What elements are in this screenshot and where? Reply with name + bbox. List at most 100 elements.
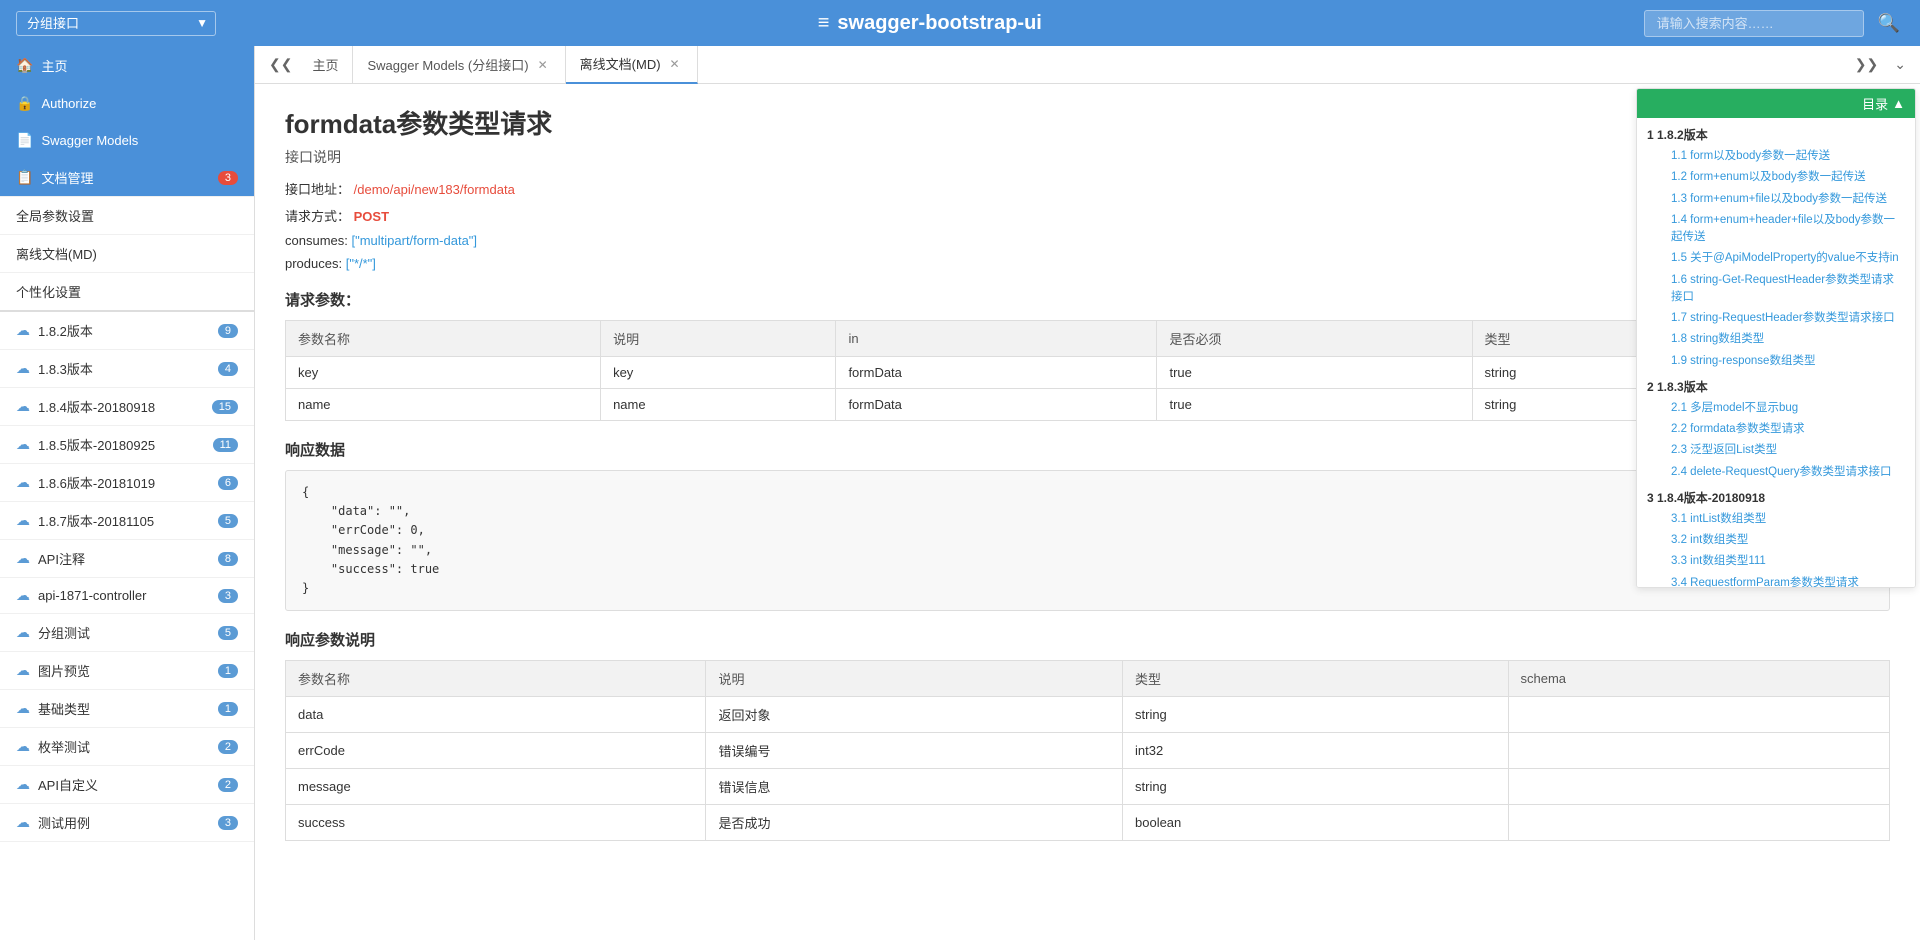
response-col-header: 类型 bbox=[1123, 661, 1509, 697]
response-col-header: schema bbox=[1508, 661, 1890, 697]
sidebar-group-item[interactable]: ☁图片预览1 bbox=[0, 652, 254, 690]
sidebar-item-personal-settings[interactable]: 个性化设置 bbox=[0, 273, 254, 312]
request-col-header: 说明 bbox=[601, 321, 836, 357]
toc-item[interactable]: 2.3 泛型返回List类型 bbox=[1647, 440, 1905, 461]
search-button[interactable]: 🔍 bbox=[1874, 9, 1904, 38]
sidebar-group-item[interactable]: ☁测试用例3 bbox=[0, 804, 254, 842]
tab-offline-doc-close[interactable]: ✕ bbox=[667, 57, 683, 71]
table-cell: name bbox=[601, 389, 836, 421]
tab-next-button[interactable]: ❯❯ bbox=[1849, 52, 1884, 77]
table-cell: string bbox=[1123, 697, 1509, 733]
sidebar-doc-label: 文档管理 bbox=[41, 168, 93, 187]
tabs-bar: ❮❮ 主页 Swagger Models (分组接口) ✕ 离线文档(MD) ✕… bbox=[255, 46, 1920, 84]
group-badge: 11 bbox=[213, 438, 238, 452]
table-cell: 返回对象 bbox=[706, 697, 1123, 733]
toc-item[interactable]: 2.4 delete-RequestQuery参数类型请求接口 bbox=[1647, 462, 1905, 483]
search-input[interactable] bbox=[1644, 10, 1864, 37]
tab-swagger-models[interactable]: Swagger Models (分组接口) ✕ bbox=[353, 46, 565, 84]
tabs-right-buttons: ❯❯ ⌄ bbox=[1849, 52, 1912, 77]
sidebar-item-home[interactable]: 🏠 主页 bbox=[0, 46, 254, 85]
sidebar-item-global-params[interactable]: 全局参数设置 bbox=[0, 197, 254, 235]
group-name: 测试用例 bbox=[38, 813, 90, 832]
table-cell: boolean bbox=[1123, 805, 1509, 841]
table-cell: true bbox=[1157, 389, 1472, 421]
sidebar-nav-top: 🏠 主页 🔒 Authorize 📄 Swagger Models 📋 文档管理… bbox=[0, 46, 254, 312]
menu-icon: ≡ bbox=[818, 12, 830, 35]
cloud-icon: ☁ bbox=[16, 624, 30, 641]
tab-collapse-button[interactable]: ⌄ bbox=[1888, 52, 1912, 77]
sidebar-group-item[interactable]: ☁ 1.8.5版本-20180925 11 bbox=[0, 426, 254, 464]
tab-prev-button[interactable]: ❮❮ bbox=[263, 52, 298, 77]
group-name: 1.8.6版本-20181019 bbox=[38, 473, 155, 492]
sidebar-group-item[interactable]: ☁1.8.7版本-201811055 bbox=[0, 502, 254, 540]
toc-item[interactable]: 1.6 string-Get-RequestHeader参数类型请求接口 bbox=[1647, 270, 1905, 309]
table-cell bbox=[1508, 805, 1890, 841]
sidebar-item-authorize[interactable]: 🔒 Authorize bbox=[0, 85, 254, 122]
toc-item[interactable]: 1.5 关于@ApiModelProperty的value不支持in bbox=[1647, 248, 1905, 269]
tab-offline-doc[interactable]: 离线文档(MD) ✕ bbox=[566, 46, 698, 84]
sidebar-item-swagger-models[interactable]: 📄 Swagger Models bbox=[0, 122, 254, 159]
toc-item[interactable]: 3.2 int数组类型 bbox=[1647, 530, 1905, 551]
toc-item[interactable]: 1.2 form+enum以及body参数一起传送 bbox=[1647, 167, 1905, 188]
sidebar-authorize-label: Authorize bbox=[41, 96, 96, 111]
doc-icon: 📋 bbox=[16, 169, 33, 186]
group-name: 1.8.3版本 bbox=[38, 359, 93, 378]
sidebar-group-item[interactable]: ☁api-1871-controller3 bbox=[0, 578, 254, 614]
api-url-label: 接口地址： bbox=[285, 182, 350, 197]
toc-item[interactable]: 2.1 多层model不显示bug bbox=[1647, 398, 1905, 419]
toc-section: 1 1.8.2版本1.1 form以及body参数一起传送1.2 form+en… bbox=[1647, 126, 1905, 372]
toc-item[interactable]: 3.1 intList数组类型 bbox=[1647, 509, 1905, 530]
table-cell: message bbox=[286, 769, 706, 805]
group-badge: 8 bbox=[218, 552, 238, 566]
group-badge: 1 bbox=[218, 664, 238, 678]
sidebar-group-item[interactable]: ☁1.8.4版本-2018091815 bbox=[0, 388, 254, 426]
group-select-wrapper[interactable]: 分组接口 ▼ bbox=[16, 11, 216, 36]
toc-item[interactable]: 1.1 form以及body参数一起传送 bbox=[1647, 146, 1905, 167]
sidebar-group-item[interactable]: ☁1.8.3版本4 bbox=[0, 350, 254, 388]
group-name: 1.8.5版本-20180925 bbox=[38, 435, 155, 454]
cloud-icon: ☁ bbox=[16, 587, 30, 604]
group-badge: 5 bbox=[218, 626, 238, 640]
toc-item[interactable]: 1.7 string-RequestHeader参数类型请求接口 bbox=[1647, 308, 1905, 329]
toc-item[interactable]: 1.9 string-response数组类型 bbox=[1647, 351, 1905, 372]
sidebar-group-item[interactable]: ☁API注释8 bbox=[0, 540, 254, 578]
tab-home[interactable]: 主页 bbox=[298, 46, 353, 84]
group-badge: 5 bbox=[218, 514, 238, 528]
request-col-header: in bbox=[836, 321, 1157, 357]
toc-item[interactable]: 1.3 form+enum+file以及body参数一起传送 bbox=[1647, 189, 1905, 210]
method-label: 请求方式： bbox=[285, 209, 350, 224]
sidebar-group-item[interactable]: ☁ 基础类型 1 bbox=[0, 690, 254, 728]
home-icon: 🏠 bbox=[16, 57, 33, 74]
api-url-value: /demo/api/new183/formdata bbox=[354, 182, 515, 197]
table-cell bbox=[1508, 769, 1890, 805]
group-name: 枚举测试 bbox=[38, 737, 90, 756]
group-name: 分组测试 bbox=[38, 623, 90, 642]
toc-up-icon: ▲ bbox=[1892, 96, 1905, 111]
sidebar-group-item[interactable]: ☁1.8.6版本-201810196 bbox=[0, 464, 254, 502]
cloud-icon: ☁ bbox=[16, 398, 30, 415]
cloud-icon: ☁ bbox=[16, 700, 30, 717]
sidebar-group-item[interactable]: ☁API自定义2 bbox=[0, 766, 254, 804]
toc-item[interactable]: 1.8 string数组类型 bbox=[1647, 329, 1905, 350]
sidebar-group-item[interactable]: ☁枚举测试2 bbox=[0, 728, 254, 766]
group-select[interactable]: 分组接口 bbox=[16, 11, 216, 36]
sidebar-group-item[interactable]: ☁1.8.2版本9 bbox=[0, 312, 254, 350]
sidebar-item-offline-doc[interactable]: 离线文档(MD) bbox=[0, 235, 254, 273]
toc-item[interactable]: 3.4 RequestformParam参数类型请求 bbox=[1647, 573, 1905, 589]
content-area: ❮❮ 主页 Swagger Models (分组接口) ✕ 离线文档(MD) ✕… bbox=[255, 46, 1920, 940]
table-cell: errCode bbox=[286, 733, 706, 769]
table-cell: success bbox=[286, 805, 706, 841]
tab-swagger-models-close[interactable]: ✕ bbox=[535, 58, 551, 72]
group-name: 基础类型 bbox=[38, 699, 90, 718]
table-cell: data bbox=[286, 697, 706, 733]
cloud-icon: ☁ bbox=[16, 436, 30, 453]
toc-item[interactable]: 2.2 formdata参数类型请求 bbox=[1647, 419, 1905, 440]
table-row: errCode错误编号int32 bbox=[286, 733, 1890, 769]
toc-item[interactable]: 1.4 form+enum+header+file以及body参数一起传送 bbox=[1647, 210, 1905, 249]
table-cell: formData bbox=[836, 357, 1157, 389]
toc-item[interactable]: 3.3 int数组类型111 bbox=[1647, 551, 1905, 572]
group-badge: 1 bbox=[218, 702, 238, 716]
cloud-icon: ☁ bbox=[16, 360, 30, 377]
sidebar-group-item[interactable]: ☁ 分组测试 5 bbox=[0, 614, 254, 652]
sidebar-item-doc-mgmt[interactable]: 📋 文档管理 3 bbox=[0, 159, 254, 197]
